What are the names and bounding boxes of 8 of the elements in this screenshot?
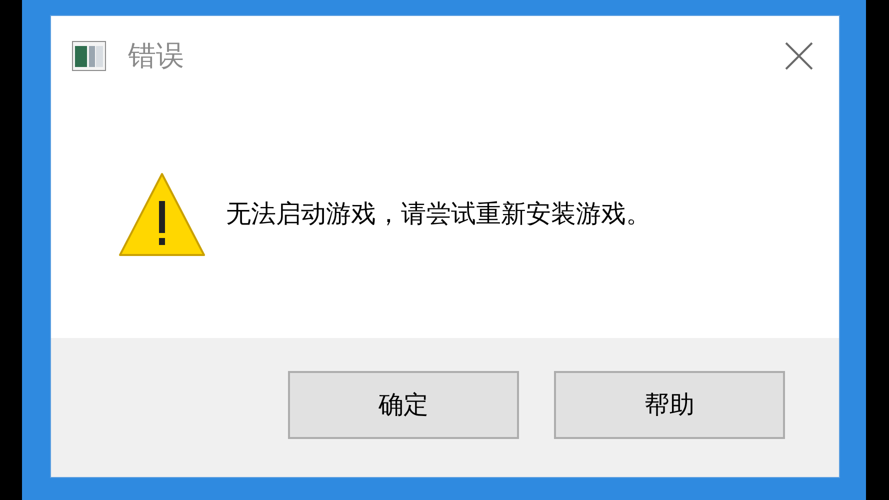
window-icon [72,41,106,71]
error-message: 无法启动游戏，请尝试重新安装游戏。 [226,198,651,230]
warning-icon [118,171,206,257]
dialog-button[interactable]: 帮助 [554,370,785,438]
close-button[interactable] [783,40,815,72]
window-title: 错误 [128,38,184,74]
close-icon [785,42,813,70]
dialog-button[interactable]: 确定 [288,370,519,438]
